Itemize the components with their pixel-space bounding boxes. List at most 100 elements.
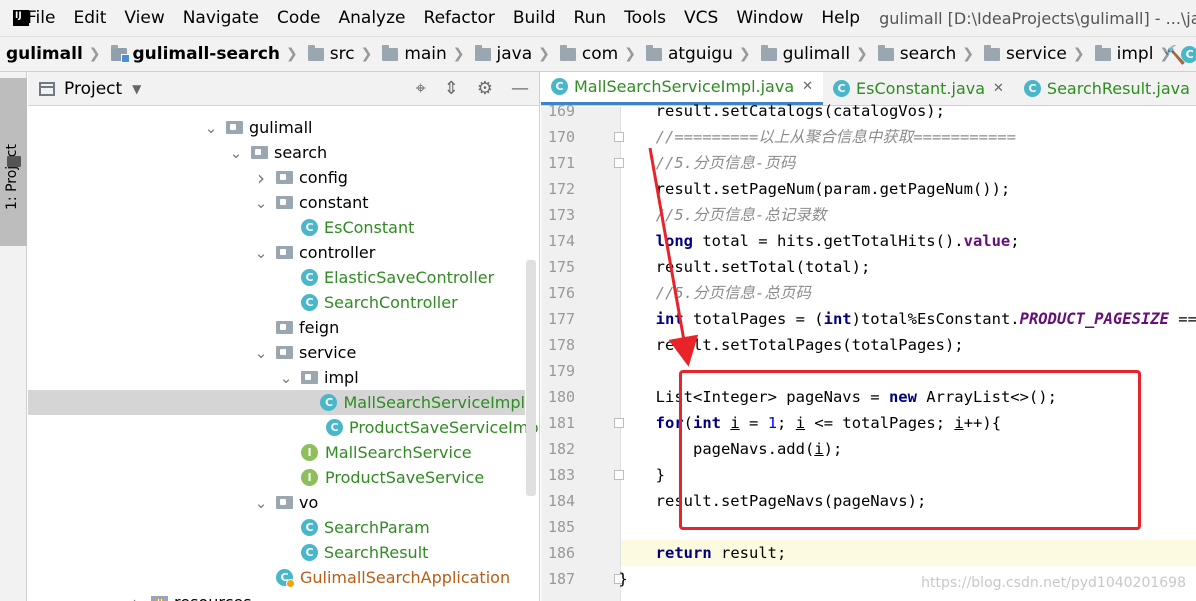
code-line: for(int i = 1; i <= totalPages; i++){ [581,410,1001,436]
project-view-selector[interactable]: Project [64,79,122,99]
code-token: i [954,414,964,432]
breadcrumb-item[interactable]: atguigu ❯ [640,44,755,64]
tree-item[interactable]: ›CSearchParam [279,515,430,540]
menu-view[interactable]: View [115,8,173,28]
tree-item[interactable]: ⌄ controller [254,240,376,265]
chevron-down-icon[interactable]: ▼ [132,82,141,96]
breadcrumb-label: gulimall-search [132,44,281,64]
tree-item[interactable]: ›CMallSearchServiceImpl [28,390,525,415]
breadcrumb-item[interactable]: java ❯ [469,44,554,64]
chevron-down-icon[interactable]: ⌄ [254,344,268,362]
tree-item[interactable]: ›CSearchController [279,290,458,315]
tree-item[interactable]: ›IProductSaveService [279,465,484,490]
code-line: } [581,462,665,488]
resources-folder-icon [151,596,168,601]
class-icon: C [301,519,318,536]
package-icon [251,146,268,159]
menu-code[interactable]: Code [268,8,330,28]
menu-refactor[interactable]: Refactor [415,8,504,28]
code-token: PRODUCT_PAGESIZE [1019,310,1169,328]
tree-item[interactable]: ⌄ constant [254,190,369,215]
project-view-icon [39,81,55,96]
breadcrumb-item[interactable]: impl ❯ [1089,44,1176,64]
breadcrumb-item[interactable]: gulimall-search ❯ [105,44,302,64]
tree-item[interactable]: › resources [129,590,252,601]
tree-item-label: gulimall [249,118,313,137]
code-token: <= totalPages; [805,414,955,432]
breadcrumb-item[interactable]: gulimall ❯ [0,44,105,64]
menu-vcs[interactable]: VCS [675,8,727,28]
chevron-right-icon: ❯ [624,46,636,62]
chevron-right-icon[interactable]: › [129,591,143,601]
package-icon [276,496,293,509]
class-icon: C [551,78,568,95]
code-token: i [814,440,824,458]
menu-tools[interactable]: Tools [615,8,675,28]
menu-analyze[interactable]: Analyze [330,8,415,28]
breadcrumb-item[interactable]: main ❯ [376,44,468,64]
tree-item[interactable]: ›CEsConstant [279,215,414,240]
chevron-down-icon[interactable]: ⌄ [229,144,243,162]
close-icon[interactable]: ✕ [802,79,813,94]
chevron-down-icon[interactable]: ⌄ [204,119,218,137]
editor-tab[interactable]: CSearchResult.java✕ [1014,72,1196,105]
breadcrumb-item[interactable]: gulimall ❯ [755,44,872,64]
tree-item[interactable]: ⌄ search [229,140,327,165]
code-token: == 0 ? [1178,310,1196,328]
menu-help[interactable]: Help [812,8,869,28]
folder-icon [382,44,399,61]
code-token: result.setPageNavs(pageNavs); [581,492,927,510]
chevron-down-icon[interactable]: ⌄ [254,494,268,512]
menu-edit[interactable]: Edit [64,8,115,28]
tree-item[interactable]: ›CProductSaveServiceImpl [304,415,540,440]
tree-item[interactable]: ›CGulimallSearchApplication [254,565,510,590]
code-token: int [655,310,684,328]
locate-crosshair-icon[interactable]: ⌖ [416,78,426,99]
breadcrumb-item[interactable]: search ❯ [872,44,978,64]
chevron-down-icon[interactable]: ⌄ [254,244,268,262]
tree-item-label: constant [299,193,369,212]
tree-item-label: SearchController [324,293,458,312]
tree-item-label: MallSearchServiceImpl [343,393,525,412]
tree-item-label: GulimallSearchApplication [300,568,511,587]
tree-scrollbar[interactable] [526,260,536,496]
tree-item[interactable]: ⌄ service [254,340,357,365]
breadcrumb-item[interactable]: src ❯ [302,44,377,64]
tree-item[interactable]: ⌄ impl [279,365,359,390]
tree-item[interactable]: ⌄ gulimall [204,115,313,140]
package-icon [276,196,293,209]
breadcrumb-item[interactable]: com ❯ [554,44,640,64]
gear-icon[interactable]: ⚙ [477,78,493,99]
code-token: value [963,232,1011,250]
menu-run[interactable]: Run [565,8,616,28]
code-token: //5.分页信息-页码 [581,154,796,172]
tree-item[interactable]: ›feign [254,315,339,340]
collapse-all-icon[interactable]: ⇕ [444,78,459,99]
chevron-right-icon[interactable]: › [254,166,268,190]
tree-item[interactable]: ⌄ vo [254,490,319,515]
tree-item-label: ProductSaveServiceImpl [349,418,540,437]
menu-window[interactable]: Window [727,8,812,28]
tree-item-label: controller [299,243,376,262]
breadcrumb-label: java [496,44,533,64]
tree-item[interactable]: ›IMallSearchService [279,440,472,465]
code-token: result.setTotal(total); [581,258,871,276]
chevron-down-icon[interactable]: ⌄ [279,369,293,387]
menu-navigate[interactable]: Navigate [174,8,268,28]
folder-icon [645,44,662,61]
code-area[interactable]: result.setCatalogs(catalogVos); //======… [618,102,1196,601]
chevron-down-icon[interactable]: ⌄ [254,194,268,212]
project-tool-window-tab[interactable]: 1: Project [0,78,27,246]
tree-item[interactable]: › config [254,165,348,190]
menu-build[interactable]: Build [504,8,565,28]
close-icon[interactable]: ✕ [993,81,1004,96]
tree-item[interactable]: ›CSearchResult [279,540,428,565]
build-hammer-icon[interactable]: 🔨 [1164,45,1186,66]
code-line: return result; [581,540,787,566]
breadcrumb-label: service [1006,44,1067,64]
breadcrumb-item[interactable]: service ❯ [978,44,1089,64]
tree-item[interactable]: ›CElasticSaveController [279,265,494,290]
tree-item-label: SearchResult [324,543,429,562]
hide-panel-icon[interactable]: — [511,78,529,99]
